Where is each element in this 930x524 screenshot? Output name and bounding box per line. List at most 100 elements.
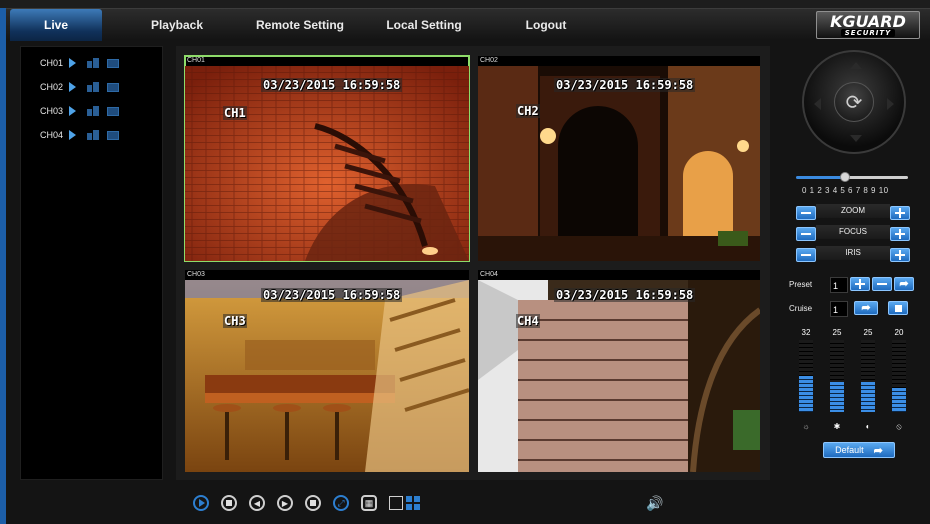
channel-overlay: CH4 (516, 314, 540, 328)
video-tile-ch02[interactable]: CH02 03/23/2015 16:59:58 CH2 (478, 56, 760, 261)
brightness-slider[interactable]: 32 ☼ (799, 328, 813, 431)
cruise-label: Cruise (789, 304, 813, 313)
play-icon[interactable] (69, 130, 76, 140)
focus-label: FOCUS (816, 225, 890, 239)
hue-value: 20 (894, 328, 904, 337)
single-view-button[interactable] (389, 496, 403, 510)
arrow-left-icon[interactable] (814, 98, 821, 110)
contrast-value: 25 (832, 328, 842, 337)
play-all-button[interactable] (193, 495, 209, 511)
fullscreen-button[interactable]: ⤢ (333, 495, 349, 511)
preset-input[interactable]: 1 (830, 277, 848, 293)
stop-all-button[interactable] (221, 495, 237, 511)
contrast-fill (830, 382, 844, 412)
minus-icon (801, 254, 811, 256)
channel-overlay: CH2 (516, 104, 540, 118)
channel-row[interactable]: CH01 (21, 55, 119, 71)
snapshot-button[interactable]: ▦ (361, 495, 377, 511)
go-arrow-icon: ➦ (861, 302, 871, 314)
cruise-input[interactable]: 1 (830, 301, 848, 317)
capture-icon[interactable] (107, 58, 119, 68)
contrast-icon: ✱ (833, 422, 841, 431)
plus-icon (855, 279, 865, 289)
brightness-track[interactable] (799, 340, 813, 412)
iris-close-button[interactable] (796, 248, 816, 262)
channel-row[interactable]: CH04 (21, 127, 119, 143)
tile-label: CH03 (187, 271, 205, 278)
ptz-speed-slider[interactable] (796, 176, 908, 179)
logo-sub: SECURITY (840, 28, 896, 37)
next-group-button[interactable]: ▶ (277, 495, 293, 511)
camera-icon: ▦ (364, 497, 374, 508)
arrow-down-icon[interactable] (850, 135, 862, 142)
record-icon[interactable] (87, 130, 99, 140)
capture-icon[interactable] (107, 82, 119, 92)
zoom-in-button[interactable] (890, 206, 910, 220)
record-icon[interactable] (87, 106, 99, 116)
cruise-start-button[interactable]: ➦ (854, 301, 878, 315)
focus-out-button[interactable] (796, 227, 816, 241)
hue-slider[interactable]: 20 ⦸ (892, 328, 906, 432)
plus-icon (895, 229, 905, 239)
brightness-fill (799, 376, 813, 412)
channel-row[interactable]: CH02 (21, 79, 119, 95)
ptz-panel: ⟳ 0 1 2 3 4 5 6 7 8 9 10 ZOOM FOCUS IRIS… (780, 46, 920, 480)
ptz-speed-knob[interactable] (840, 172, 850, 182)
saturation-track[interactable] (861, 340, 875, 412)
kguard-logo: KGUARD SECURITY (816, 11, 920, 39)
zoom-out-button[interactable] (796, 206, 816, 220)
hue-track[interactable] (892, 340, 906, 412)
nav-logout[interactable]: Logout (506, 9, 586, 41)
contrast-slider[interactable]: 25 ✱ (830, 328, 844, 431)
minus-icon (801, 212, 811, 214)
default-button[interactable]: Default ➦ (823, 442, 895, 458)
record-all-button[interactable] (305, 495, 321, 511)
previous-group-button[interactable]: ◀ (249, 495, 265, 511)
ptz-direction-pad[interactable]: ⟳ (802, 50, 906, 154)
arrow-right-icon[interactable] (887, 98, 894, 110)
channel-row[interactable]: CH03 (21, 103, 119, 119)
play-icon[interactable] (69, 58, 76, 68)
title-strip (0, 0, 930, 8)
quad-view-button[interactable] (406, 496, 420, 510)
preset-label: Preset (789, 280, 813, 289)
auto-rotate-icon[interactable]: ⟳ (834, 82, 874, 122)
record-icon[interactable] (87, 82, 99, 92)
record-icon[interactable] (87, 58, 99, 68)
nav-playback[interactable]: Playback (134, 9, 220, 41)
capture-icon[interactable] (107, 106, 119, 116)
tile-label: CH01 (187, 57, 205, 64)
timestamp-overlay: 03/23/2015 16:59:58 (261, 288, 403, 302)
preset-goto-button[interactable]: ➦ (894, 277, 914, 291)
channel-label: CH04 (39, 130, 63, 140)
capture-icon[interactable] (107, 130, 119, 140)
play-icon[interactable] (69, 106, 76, 116)
channel-label: CH03 (39, 106, 63, 116)
video-tile-ch01[interactable]: CH01 03/23/2015 16:59:58 CH1 (184, 55, 470, 262)
saturation-slider[interactable]: 25 ◐ (861, 328, 875, 431)
contrast-track[interactable] (830, 340, 844, 412)
tile-label: CH04 (480, 271, 498, 278)
volume-icon[interactable]: 🔊 (646, 495, 663, 512)
focus-in-button[interactable] (890, 227, 910, 241)
forward-icon: ▶ (281, 498, 289, 508)
video-tile-ch04[interactable]: CH04 03/23/2015 16:59:58 CH4 (478, 270, 760, 472)
hue-icon: ⦸ (896, 422, 902, 431)
cruise-stop-button[interactable] (888, 301, 908, 315)
playback-controls: ◀ ▶ ⤢ ▦ 🔊 (176, 488, 770, 518)
preset-add-button[interactable] (850, 277, 870, 291)
arrow-up-icon[interactable] (850, 62, 862, 69)
camera-feed-ch02 (478, 66, 760, 261)
channel-overlay: CH3 (223, 314, 247, 328)
video-tile-ch03[interactable]: CH03 03/23/2015 16:59:58 CH3 (185, 270, 469, 472)
play-icon[interactable] (69, 82, 76, 92)
iris-open-button[interactable] (890, 248, 910, 262)
nav-local-setting[interactable]: Local Setting (376, 9, 472, 41)
nav-live[interactable]: Live (10, 9, 102, 41)
minus-icon (801, 233, 811, 235)
play-icon (199, 499, 205, 507)
expand-icon: ⤢ (337, 497, 345, 508)
nav-remote-setting[interactable]: Remote Setting (250, 9, 350, 41)
go-arrow-icon: ➦ (873, 444, 883, 457)
preset-remove-button[interactable] (872, 277, 892, 291)
